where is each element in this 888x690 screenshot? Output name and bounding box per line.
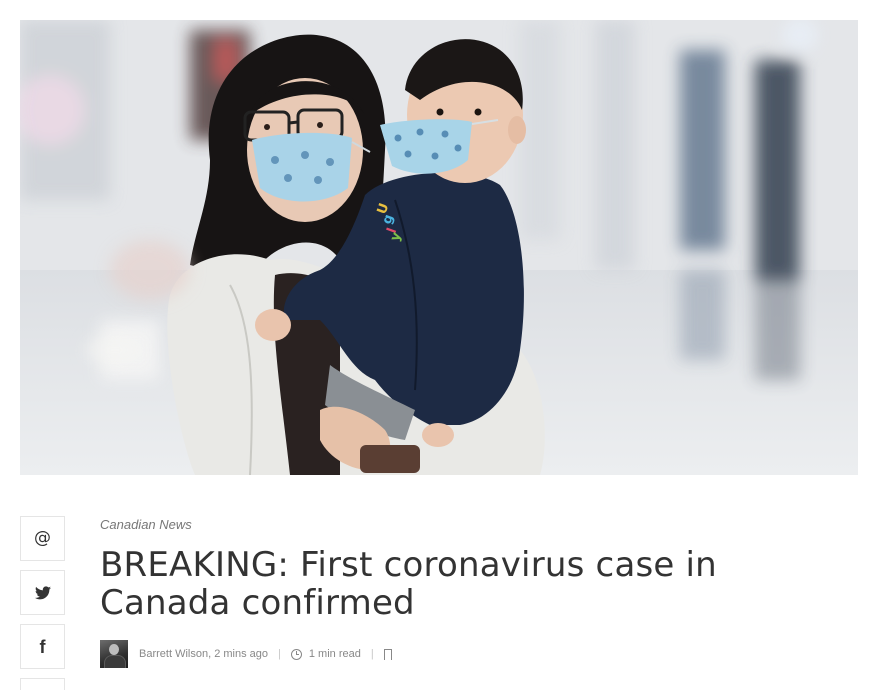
article-page: U g l y @ f Canadian News BREAKING: Firs… [0, 0, 888, 690]
read-time: 1 min read [308, 648, 361, 660]
hero-illustration: U g l y [20, 20, 858, 475]
share-email-button[interactable]: @ [20, 516, 65, 561]
post-time: , 2 mins ago [208, 648, 268, 660]
share-twitter-button[interactable] [20, 570, 65, 615]
share-rail: @ f [20, 516, 65, 690]
meta-separator: | [370, 648, 374, 660]
author-name[interactable]: Barrett Wilson [139, 648, 208, 660]
clock-icon [290, 648, 302, 660]
author-avatar[interactable] [100, 640, 128, 668]
facebook-icon: f [39, 636, 46, 657]
twitter-icon [34, 585, 51, 599]
article-headline: BREAKING: First coronavirus case in Cana… [100, 545, 717, 623]
article-meta: Barrett Wilson , 2 mins ago | 1 min read… [100, 640, 392, 668]
bookmark-icon[interactable] [383, 648, 392, 663]
share-more-button[interactable] [20, 678, 65, 690]
article-header: Canadian News BREAKING: First coronaviru… [100, 516, 840, 668]
category-link[interactable]: Canadian News [100, 516, 840, 534]
hero-image: U g l y [20, 20, 858, 475]
at-sign-icon: @ [34, 528, 51, 548]
meta-separator: | [278, 648, 281, 660]
share-facebook-button[interactable]: f [20, 624, 65, 669]
